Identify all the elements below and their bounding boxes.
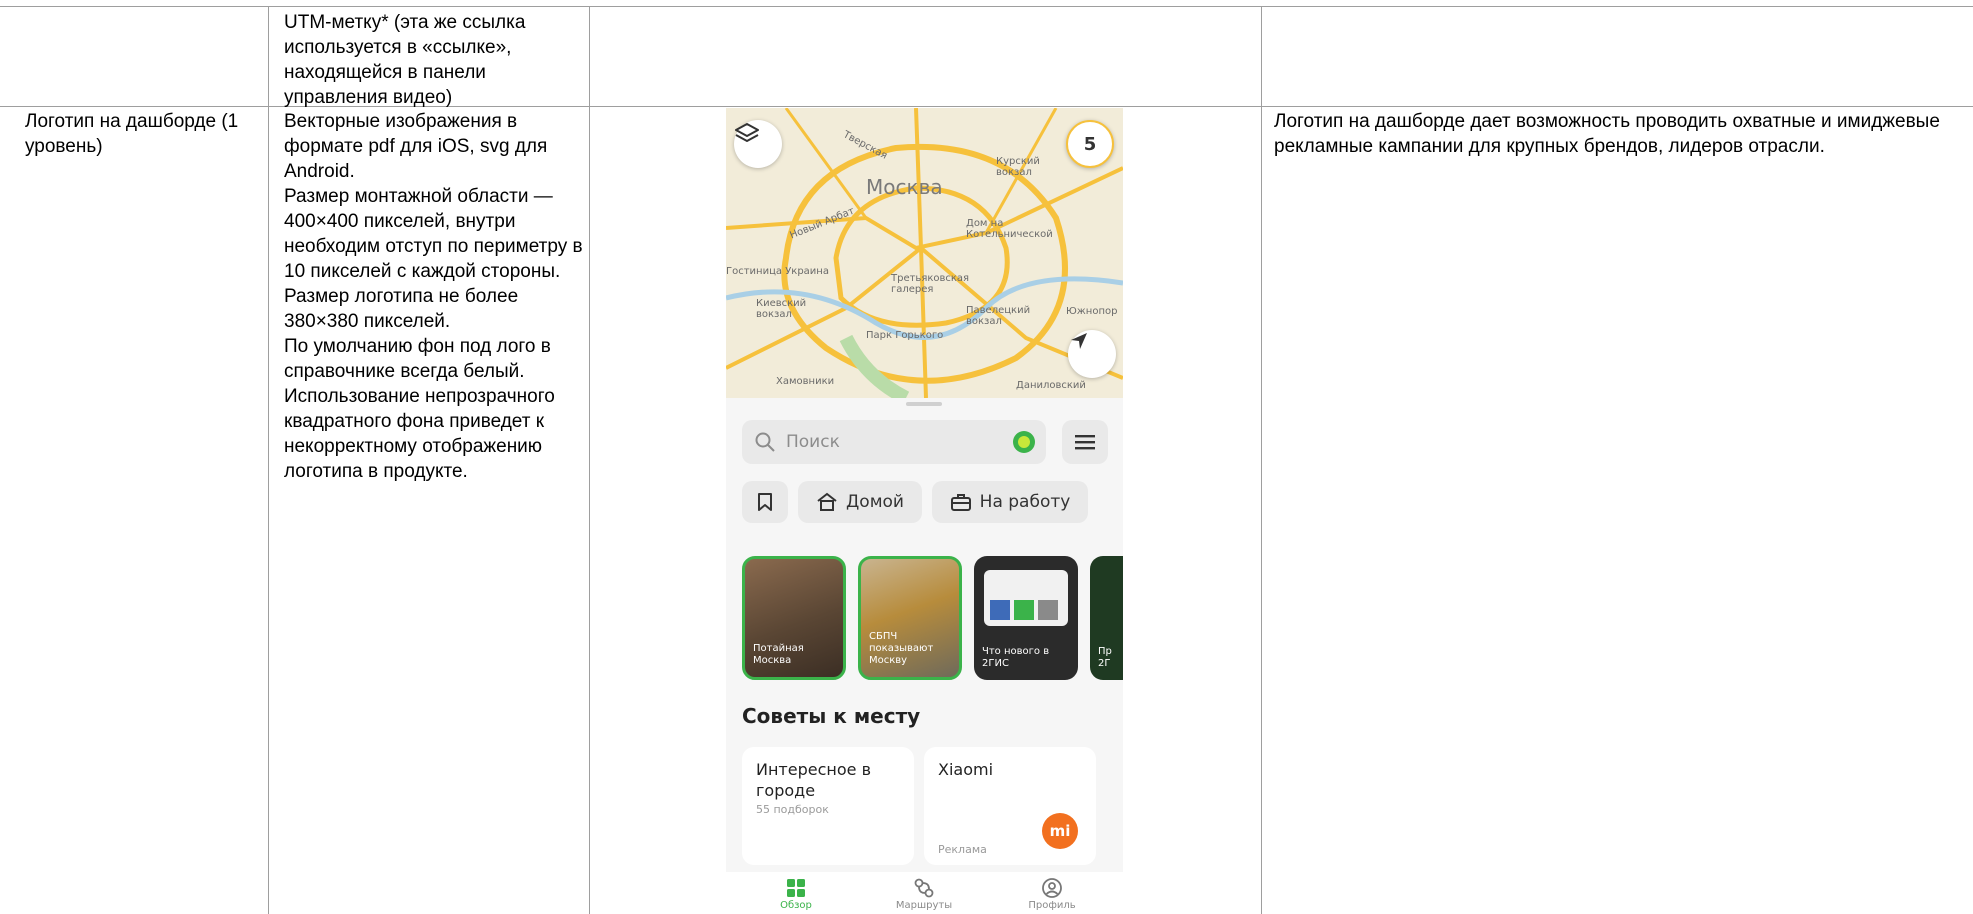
map-label-gorky-park: Парк Горького xyxy=(866,330,944,341)
story-title: Что нового в 2ГИС xyxy=(982,646,1050,669)
col-divider-2 xyxy=(589,6,590,914)
advice-card[interactable]: Интересное в городе 55 подборок xyxy=(742,747,914,865)
placement-name-cell: Логотип на дашборде (1 уровень) xyxy=(25,109,261,159)
home-chip-label: Домой xyxy=(846,492,904,512)
tab-label: Маршруты xyxy=(895,900,953,911)
col-divider-3 xyxy=(1261,6,1262,914)
story-card[interactable]: СБПЧ показывают Москву xyxy=(858,556,962,680)
story-title: Пр 2Г xyxy=(1098,646,1112,669)
tab-label: Обзор xyxy=(780,900,812,911)
tab-overview[interactable]: Обзор xyxy=(746,872,846,914)
map-label-tretyakov: Третьяковская галерея xyxy=(891,273,970,295)
work-chip-label: На работу xyxy=(979,492,1071,512)
xiaomi-logo: mi xyxy=(1042,813,1078,849)
map-label-kursky: Курский вокзал xyxy=(996,156,1040,178)
placement-description: Логотип на дашборде дает возможность про… xyxy=(1274,111,1940,157)
search-input[interactable]: Поиск xyxy=(742,420,1046,464)
map-label-kotelnicheskaya: Дом на Котельнической xyxy=(966,218,1053,240)
tab-label: Профиль xyxy=(1028,900,1076,911)
work-chip[interactable]: На работу xyxy=(932,481,1088,523)
placement-name: Логотип на дашборде (1 уровень) xyxy=(25,111,239,157)
map-city-label: Москва xyxy=(866,175,943,199)
search-placeholder: Поиск xyxy=(786,432,840,452)
utm-requirements-cell: UTM-метку* (эта же ссылка используется в… xyxy=(284,10,580,110)
sponsored-card[interactable]: Xiaomi Реклама mi xyxy=(924,747,1096,865)
home-icon xyxy=(817,492,837,511)
navigation-arrow-icon xyxy=(1071,333,1087,349)
map-label-kievsky: Киевский вокзал xyxy=(756,298,807,320)
story-card[interactable]: Пр 2Г xyxy=(1090,556,1123,680)
menu-button[interactable] xyxy=(1062,420,1108,464)
requirement-artboard-size: Размер монтажной области — 400×400 пиксе… xyxy=(284,186,583,282)
requirement-logo-size: Размер логотипа не более 380×380 пикселе… xyxy=(284,286,519,332)
requirement-no-opaque-bg: Использование непрозрачного квадратного … xyxy=(284,386,555,482)
layers-icon xyxy=(735,123,759,142)
map-roads xyxy=(726,108,1123,398)
map-label-khamovniki: Хамовники xyxy=(776,376,835,387)
tab-routes[interactable]: Маршруты xyxy=(874,872,974,914)
tab-bar: Обзор Маршруты Профиль xyxy=(726,872,1123,914)
card-title: Xiaomi xyxy=(938,760,994,779)
story-preview-graphic xyxy=(984,570,1068,626)
map-layers-button[interactable] xyxy=(734,120,782,168)
city-map[interactable]: Москва Курский вокзал Тверская Новый Арб… xyxy=(726,108,1123,398)
ad-label: Реклама xyxy=(938,843,987,856)
voice-assistant-icon[interactable] xyxy=(1012,430,1036,454)
table-top-border xyxy=(0,6,1973,7)
card-subtitle: 55 подборок xyxy=(756,803,829,816)
app-screenshot: Москва Курский вокзал Тверская Новый Арб… xyxy=(726,108,1123,914)
route-icon xyxy=(914,878,934,898)
search-icon xyxy=(755,432,775,452)
my-location-button[interactable] xyxy=(1068,330,1116,378)
utm-requirements-text: UTM-метку* (эта же ссылка используется в… xyxy=(284,12,526,108)
map-label-danilovsky: Даниловский xyxy=(1016,380,1086,391)
map-badge-button[interactable]: 5 xyxy=(1066,120,1114,168)
bookmark-icon xyxy=(758,493,772,511)
story-card[interactable]: Что нового в 2ГИС xyxy=(974,556,1078,680)
card-title: Интересное в городе xyxy=(756,760,871,800)
bottom-sheet: Поиск Домой На работу Потайная Москва СБ… xyxy=(726,398,1123,914)
map-label-ukraina: Гостиница Украина xyxy=(726,266,829,277)
map-badge-count: 5 xyxy=(1083,133,1097,155)
section-title: Советы к месту xyxy=(742,704,921,728)
logo-requirements-cell: Векторные изображения в формате pdf для … xyxy=(284,109,584,484)
home-chip[interactable]: Домой xyxy=(798,481,922,523)
grid-icon xyxy=(787,879,805,897)
profile-icon xyxy=(1042,878,1062,898)
briefcase-icon xyxy=(950,494,971,511)
col-divider-1 xyxy=(268,6,269,914)
map-label-yuzhnoport: Южнопор xyxy=(1066,306,1118,317)
description-cell: Логотип на дашборде дает возможность про… xyxy=(1274,109,1954,159)
bookmarks-chip[interactable] xyxy=(742,481,788,523)
requirement-vector-format: Векторные изображения в формате pdf для … xyxy=(284,111,548,182)
tab-profile[interactable]: Профиль xyxy=(1002,872,1102,914)
requirement-white-bg: По умолчанию фон под лого в справочнике … xyxy=(284,336,551,382)
sheet-drag-handle[interactable] xyxy=(906,402,942,406)
xiaomi-logo-text: mi xyxy=(1049,822,1071,840)
story-title: СБПЧ показывают Москву xyxy=(869,631,934,666)
story-card[interactable]: Потайная Москва xyxy=(742,556,846,680)
map-label-paveletsky: Павелецкий вокзал xyxy=(966,305,1031,327)
hamburger-menu-icon xyxy=(1075,435,1095,450)
story-title: Потайная Москва xyxy=(753,643,804,666)
